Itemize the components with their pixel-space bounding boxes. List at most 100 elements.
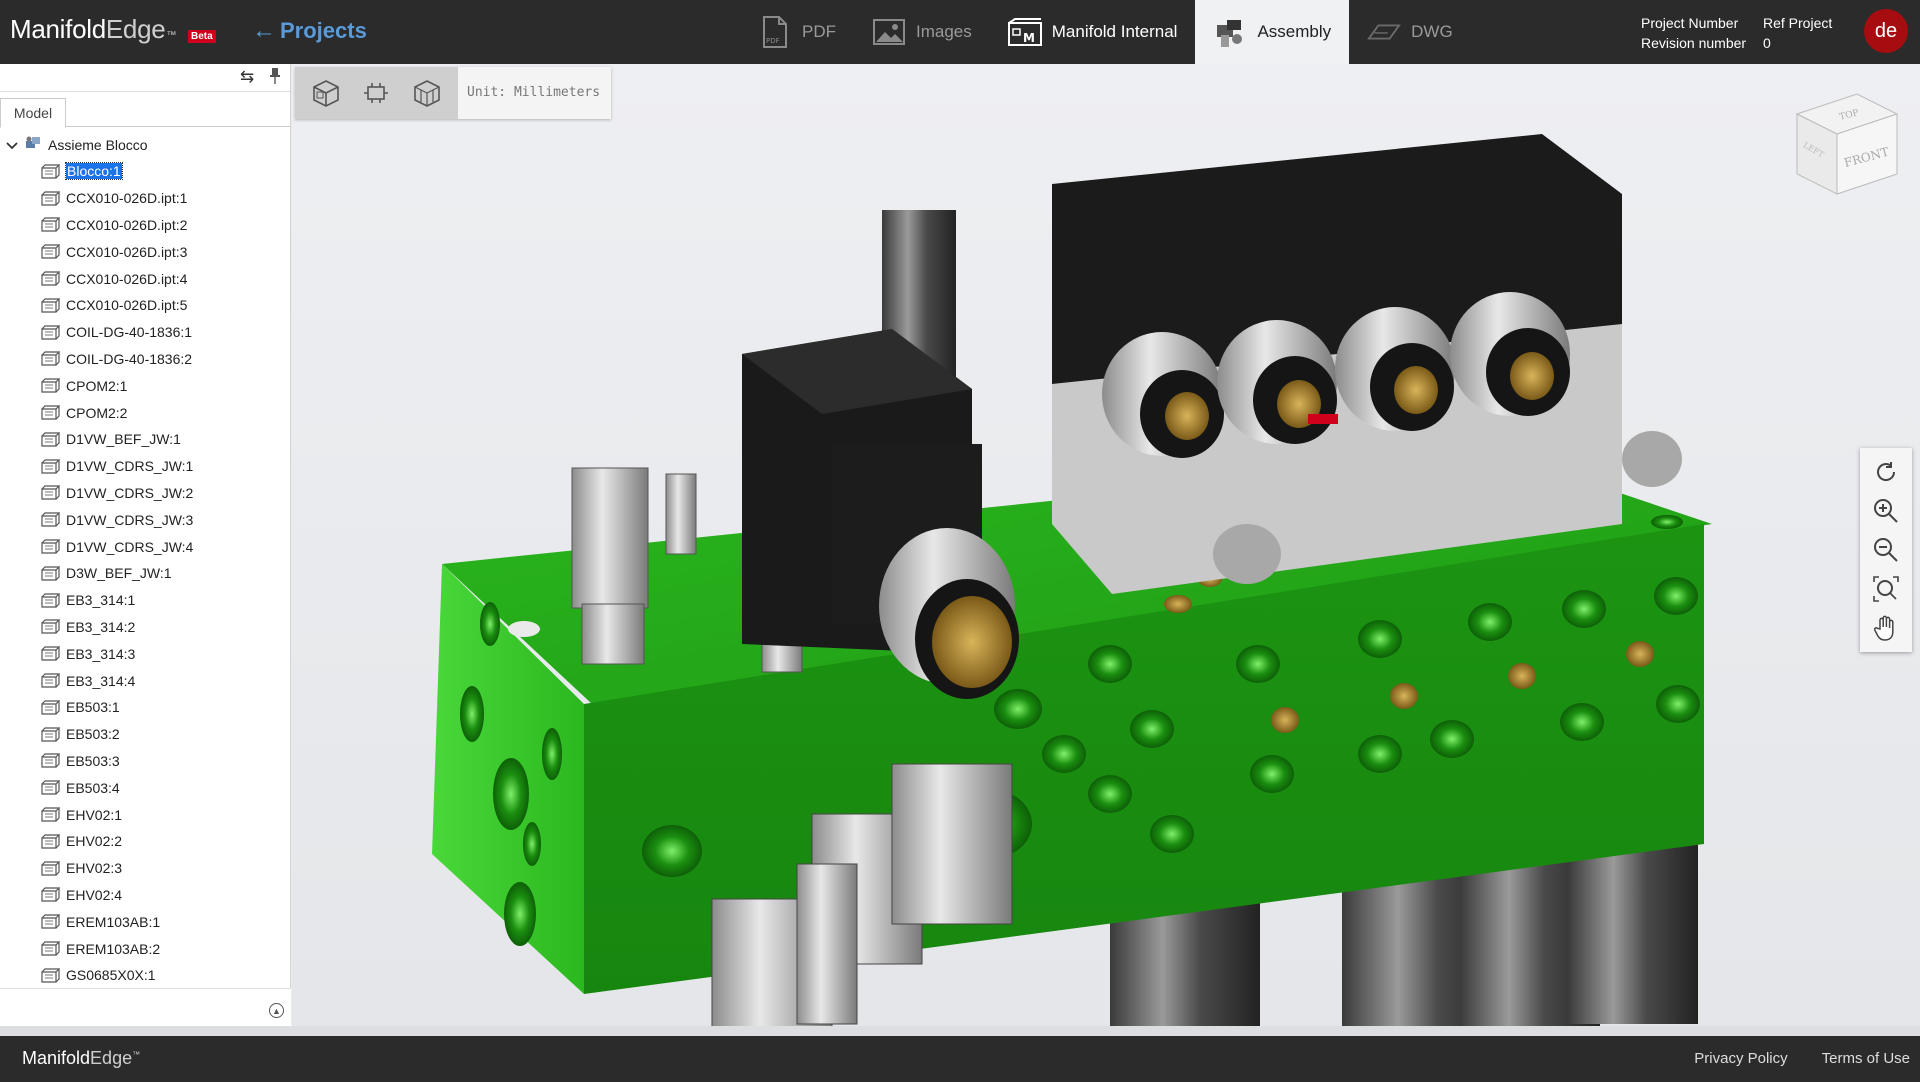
fit-part-icon[interactable] bbox=[359, 76, 393, 110]
tree-item[interactable]: EB503:4 bbox=[0, 774, 290, 801]
tree-item-label: D1VW_CDRS_JW:4 bbox=[66, 538, 194, 555]
images-icon bbox=[872, 15, 906, 49]
project-number-value: Ref Project bbox=[1763, 15, 1833, 31]
part-icon bbox=[41, 834, 61, 849]
part-icon bbox=[41, 512, 61, 527]
navigation-toolbar bbox=[1860, 448, 1912, 652]
tree-item[interactable]: CPOM2:1 bbox=[0, 372, 290, 399]
project-info-values: Ref Project 0 bbox=[1763, 13, 1832, 53]
tree-item[interactable]: CPOM2:2 bbox=[0, 399, 290, 426]
tree-item[interactable]: CCX010-026D.ipt:5 bbox=[0, 292, 290, 319]
tree-item[interactable]: D1VW_CDRS_JW:3 bbox=[0, 506, 290, 533]
zoom-fit-icon[interactable] bbox=[1871, 574, 1901, 604]
footer-logo: ManifoldEdge™ bbox=[22, 1048, 140, 1069]
iso-view-icon[interactable] bbox=[309, 76, 343, 110]
swap-panel-icon[interactable]: ⇆ bbox=[240, 67, 254, 87]
section-view-icon[interactable] bbox=[410, 76, 444, 110]
tab-assembly[interactable]: Assembly bbox=[1195, 0, 1350, 64]
project-info-labels: Project Number Revision number bbox=[1641, 13, 1746, 53]
tree-item[interactable]: COIL-DG-40-1836:2 bbox=[0, 346, 290, 373]
tree-item[interactable]: D1VW_CDRS_JW:2 bbox=[0, 480, 290, 507]
tree-item[interactable]: EHV02:2 bbox=[0, 828, 290, 855]
part-icon bbox=[41, 191, 61, 206]
tree-item[interactable]: EB3_314:1 bbox=[0, 587, 290, 614]
tab-dwg-label: DWG bbox=[1411, 22, 1453, 41]
pan-hand-icon[interactable] bbox=[1871, 613, 1901, 643]
page-footer: ManifoldEdge™ Privacy Policy Terms of Us… bbox=[0, 1036, 1920, 1082]
model-tree: Assieme Blocco Blocco:1 CCX010-026D.ipt:1… bbox=[0, 127, 290, 989]
tree-item-label: EB3_314:1 bbox=[66, 592, 136, 609]
document-tabs: PDF PDF Images M Manifold Internal Assem… bbox=[740, 0, 1471, 64]
tree-item-label: D3W_BEF_JW:1 bbox=[66, 565, 172, 582]
scroll-up-icon[interactable]: ▲ bbox=[269, 1003, 284, 1018]
tree-item-label: EB503:4 bbox=[66, 779, 120, 796]
view-cube[interactable]: TOP FRONT LEFT bbox=[1787, 84, 1907, 204]
tree-item[interactable]: EB3_314:3 bbox=[0, 640, 290, 667]
part-icon bbox=[41, 646, 61, 661]
tree-item[interactable]: Blocco:1 bbox=[0, 158, 290, 185]
footer-separator bbox=[0, 1026, 1920, 1036]
tree-item[interactable]: GS0685X0X:1 bbox=[0, 962, 290, 989]
tree-item[interactable]: CCX010-026D.ipt:1 bbox=[0, 185, 290, 212]
tree-root-item[interactable]: Assieme Blocco bbox=[0, 131, 290, 158]
part-icon bbox=[41, 459, 61, 474]
part-icon bbox=[41, 432, 61, 447]
tree-item[interactable]: EB503:3 bbox=[0, 748, 290, 775]
tree-item[interactable]: D1VW_BEF_JW:1 bbox=[0, 426, 290, 453]
tab-manifold-internal[interactable]: M Manifold Internal bbox=[990, 0, 1196, 64]
part-icon bbox=[41, 887, 61, 903]
part-icon bbox=[41, 325, 61, 340]
tree-item-label: EB503:1 bbox=[66, 699, 120, 716]
app-logo[interactable]: Manifold Edge ™ bbox=[10, 14, 176, 45]
chevron-down-icon[interactable] bbox=[6, 137, 18, 153]
part-icon bbox=[41, 727, 61, 742]
tree-item[interactable]: EREM103AB:2 bbox=[0, 935, 290, 962]
tab-images[interactable]: Images bbox=[854, 0, 990, 64]
zoom-out-icon[interactable] bbox=[1871, 535, 1901, 565]
tab-pdf[interactable]: PDF PDF bbox=[740, 0, 854, 64]
arrow-left-icon: ← bbox=[252, 17, 276, 44]
tree-item[interactable]: EHV02:3 bbox=[0, 855, 290, 882]
privacy-policy-link[interactable]: Privacy Policy bbox=[1694, 1050, 1787, 1067]
tree-item[interactable]: EB503:2 bbox=[0, 721, 290, 748]
tree-item-label: CPOM2:1 bbox=[66, 377, 128, 394]
tree-item[interactable]: EREM103AB:1 bbox=[0, 908, 290, 935]
projects-back-link[interactable]: ← Projects bbox=[252, 17, 367, 45]
tab-images-label: Images bbox=[916, 22, 972, 41]
tree-item[interactable]: EHV02:4 bbox=[0, 882, 290, 909]
tree-item[interactable]: EB503:1 bbox=[0, 694, 290, 721]
zoom-in-icon[interactable] bbox=[1871, 496, 1901, 526]
pdf-icon: PDF bbox=[758, 15, 792, 49]
panel-bottom-bar: ▲ bbox=[0, 988, 291, 1026]
tree-item-label: EHV02:2 bbox=[66, 833, 123, 850]
panel-topbar: ⇆ bbox=[0, 64, 290, 92]
tree-item[interactable]: CCX010-026D.ipt:3 bbox=[0, 238, 290, 265]
assembly-tree-icon bbox=[24, 135, 42, 154]
assembly-3d-model[interactable] bbox=[292, 64, 1920, 1026]
rotate-icon[interactable] bbox=[1871, 457, 1901, 487]
tree-item[interactable]: CCX010-026D.ipt:4 bbox=[0, 265, 290, 292]
tree-item[interactable]: D1VW_CDRS_JW:1 bbox=[0, 453, 290, 480]
footer-logo-part2: Edge bbox=[90, 1048, 133, 1068]
tree-item-label: EHV02:3 bbox=[66, 860, 123, 877]
part-icon bbox=[41, 619, 61, 635]
part-icon bbox=[41, 807, 61, 822]
3d-viewport[interactable]: Unit: Millimeters TOP FRONT LEFT bbox=[292, 64, 1920, 1026]
tab-dwg[interactable]: DWG bbox=[1349, 0, 1471, 64]
tree-item[interactable]: D1VW_CDRS_JW:4 bbox=[0, 533, 290, 560]
tree-item[interactable]: CCX010-026D.ipt:2 bbox=[0, 212, 290, 239]
tree-item[interactable]: EB3_314:2 bbox=[0, 614, 290, 641]
tree-item[interactable]: D3W_BEF_JW:1 bbox=[0, 560, 290, 587]
terms-of-use-link[interactable]: Terms of Use bbox=[1822, 1050, 1910, 1067]
tree-item[interactable]: COIL-DG-40-1836:1 bbox=[0, 319, 290, 346]
tree-item-label: COIL-DG-40-1836:2 bbox=[66, 350, 193, 367]
dwg-icon bbox=[1367, 15, 1402, 49]
pin-icon[interactable] bbox=[270, 68, 280, 87]
tree-item[interactable]: EHV02:1 bbox=[0, 801, 290, 828]
tree-item[interactable]: EB3_314:4 bbox=[0, 667, 290, 694]
part-icon bbox=[41, 271, 61, 286]
svg-text:M: M bbox=[1023, 31, 1035, 45]
tab-assembly-label: Assembly bbox=[1257, 22, 1332, 41]
user-avatar[interactable]: de bbox=[1864, 9, 1908, 53]
tab-model[interactable]: Model bbox=[0, 98, 66, 128]
